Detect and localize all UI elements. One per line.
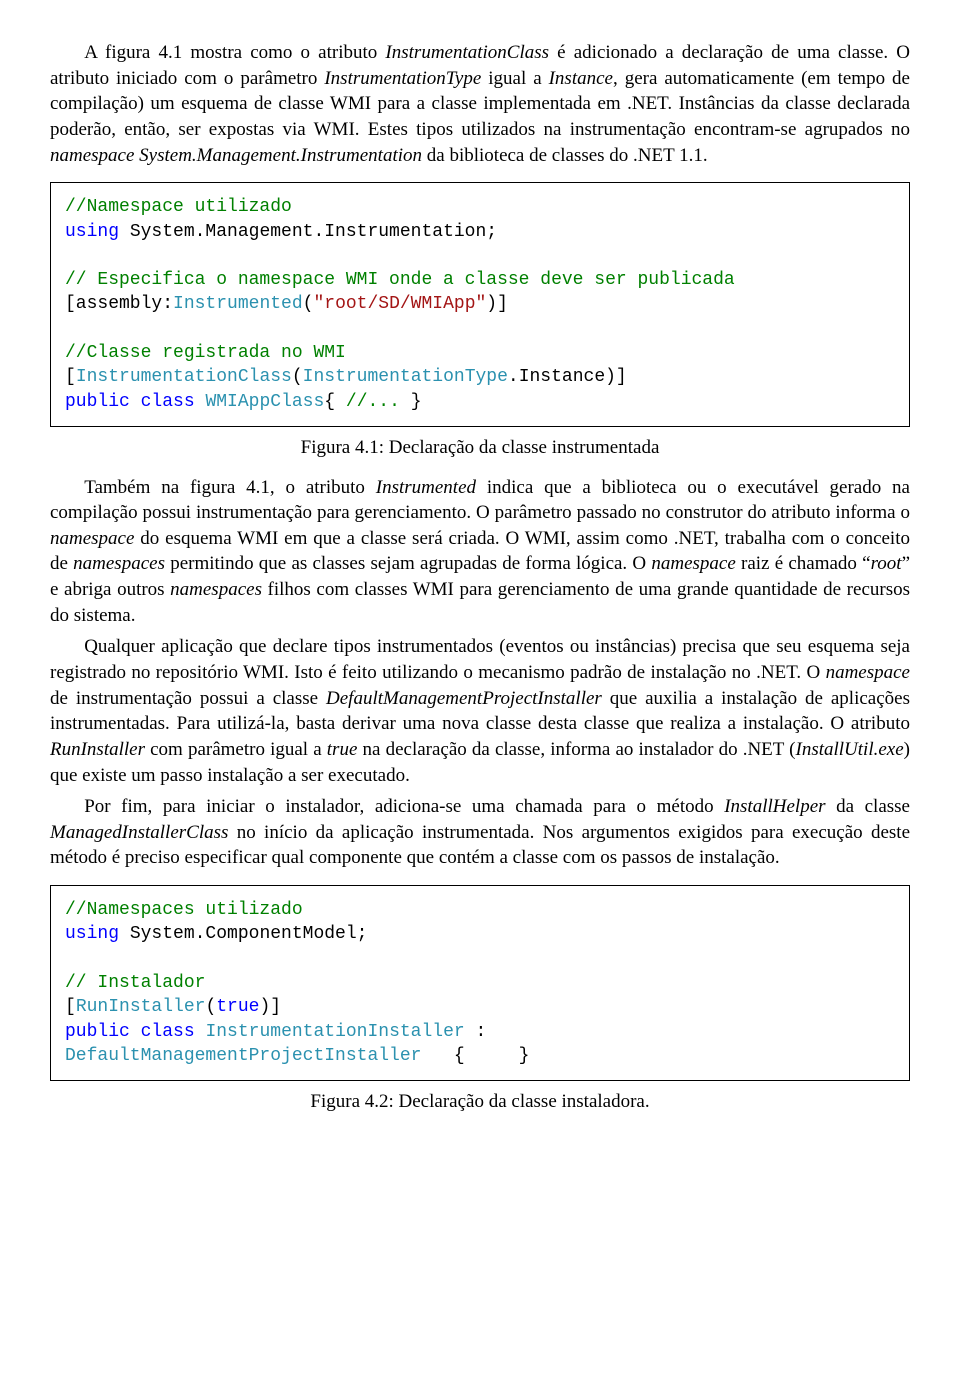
code-text: [ bbox=[65, 367, 76, 387]
italic-text: namespaces bbox=[170, 579, 262, 600]
code-keyword: using bbox=[65, 222, 119, 242]
code-keyword: using bbox=[65, 924, 119, 944]
code-type: InstrumentationType bbox=[303, 367, 508, 387]
italic-text: Instance bbox=[549, 68, 613, 89]
code-text: ( bbox=[205, 997, 216, 1017]
code-text: [ bbox=[65, 997, 76, 1017]
text: permitindo que as classes sejam agrupada… bbox=[165, 553, 651, 574]
text: raiz é chamado “ bbox=[736, 553, 871, 574]
text: Também na figura 4.1, o atributo bbox=[84, 477, 376, 498]
code-comment: //Namespace utilizado bbox=[65, 197, 292, 217]
italic-text: InstrumentationType bbox=[324, 68, 481, 89]
text: de instrumentação possui a classe bbox=[50, 688, 326, 709]
text: na declaração da classe, informa ao inst… bbox=[357, 739, 795, 760]
figure-caption-2: Figura 4.2: Declaração da classe instala… bbox=[50, 1089, 910, 1115]
text: da classe bbox=[826, 796, 910, 817]
code-listing-1: //Namespace utilizado using System.Manag… bbox=[50, 182, 910, 427]
paragraph-3: Qualquer aplicação que declare tipos ins… bbox=[50, 634, 910, 788]
code-type: InstrumentationClass bbox=[76, 367, 292, 387]
code-type: DefaultManagementProjectInstaller bbox=[65, 1046, 421, 1066]
code-type: WMIAppClass bbox=[205, 392, 324, 412]
code-type: RunInstaller bbox=[76, 997, 206, 1017]
italic-text: InstrumentationClass bbox=[385, 42, 549, 63]
code-comment: //... bbox=[346, 392, 411, 412]
code-comment: //Classe registrada no WMI bbox=[65, 343, 346, 363]
code-text: ( bbox=[303, 294, 314, 314]
code-text: [assembly: bbox=[65, 294, 173, 314]
text: igual a bbox=[481, 68, 548, 89]
code-type: Instrumented bbox=[173, 294, 303, 314]
code-text: ( bbox=[292, 367, 303, 387]
italic-text: namespace bbox=[826, 662, 910, 683]
italic-text: InstallHelper bbox=[724, 796, 825, 817]
code-text bbox=[195, 1022, 206, 1042]
code-keyword: public bbox=[65, 392, 130, 412]
italic-text: namespace System.Management.Instrumentat… bbox=[50, 145, 422, 166]
code-text: { } bbox=[421, 1046, 529, 1066]
code-text: )] bbox=[259, 997, 281, 1017]
italic-text: DefaultManagementProjectInstaller bbox=[326, 688, 602, 709]
code-comment: //Namespaces utilizado bbox=[65, 900, 303, 920]
italic-text: InstallUtil.exe bbox=[796, 739, 904, 760]
text: com parâmetro igual a bbox=[145, 739, 327, 760]
code-text bbox=[195, 392, 206, 412]
code-text: System.Management.Instrumentation; bbox=[119, 222, 497, 242]
paragraph-2: Também na figura 4.1, o atributo Instrum… bbox=[50, 475, 910, 629]
code-text: } bbox=[411, 392, 422, 412]
code-text bbox=[130, 392, 141, 412]
italic-text: true bbox=[327, 739, 358, 760]
text: Qualquer aplicação que declare tipos ins… bbox=[50, 636, 910, 683]
paragraph-4: Por fim, para iniciar o instalador, adic… bbox=[50, 794, 910, 871]
italic-text: RunInstaller bbox=[50, 739, 145, 760]
text: A figura 4.1 mostra como o atributo bbox=[84, 42, 385, 63]
italic-text: namespace bbox=[50, 528, 134, 549]
code-keyword: public bbox=[65, 1022, 130, 1042]
italic-text: namespaces bbox=[73, 553, 165, 574]
code-keyword: class bbox=[141, 392, 195, 412]
text: da biblioteca de classes do .NET 1.1. bbox=[422, 145, 708, 166]
code-text bbox=[130, 1022, 141, 1042]
code-text: : bbox=[465, 1022, 487, 1042]
code-text: .Instance)] bbox=[508, 367, 627, 387]
paragraph-1: A figura 4.1 mostra como o atributo Inst… bbox=[50, 40, 910, 168]
code-keyword: true bbox=[216, 997, 259, 1017]
code-text: System.ComponentModel; bbox=[119, 924, 367, 944]
figure-caption-1: Figura 4.1: Declaração da classe instrum… bbox=[50, 435, 910, 461]
text: Por fim, para iniciar o instalador, adic… bbox=[84, 796, 724, 817]
code-text: )] bbox=[486, 294, 508, 314]
code-text: { bbox=[324, 392, 346, 412]
code-string: "root/SD/WMIApp" bbox=[313, 294, 486, 314]
italic-text: Instrumented bbox=[376, 477, 476, 498]
code-keyword: class bbox=[141, 1022, 195, 1042]
code-comment: // Instalador bbox=[65, 973, 205, 993]
italic-text: root bbox=[871, 553, 902, 574]
italic-text: ManagedInstallerClass bbox=[50, 822, 228, 843]
italic-text: namespace bbox=[651, 553, 735, 574]
code-comment: // Especifica o namespace WMI onde a cla… bbox=[65, 270, 735, 290]
code-listing-2: //Namespaces utilizado using System.Comp… bbox=[50, 885, 910, 1081]
code-type: InstrumentationInstaller bbox=[205, 1022, 464, 1042]
